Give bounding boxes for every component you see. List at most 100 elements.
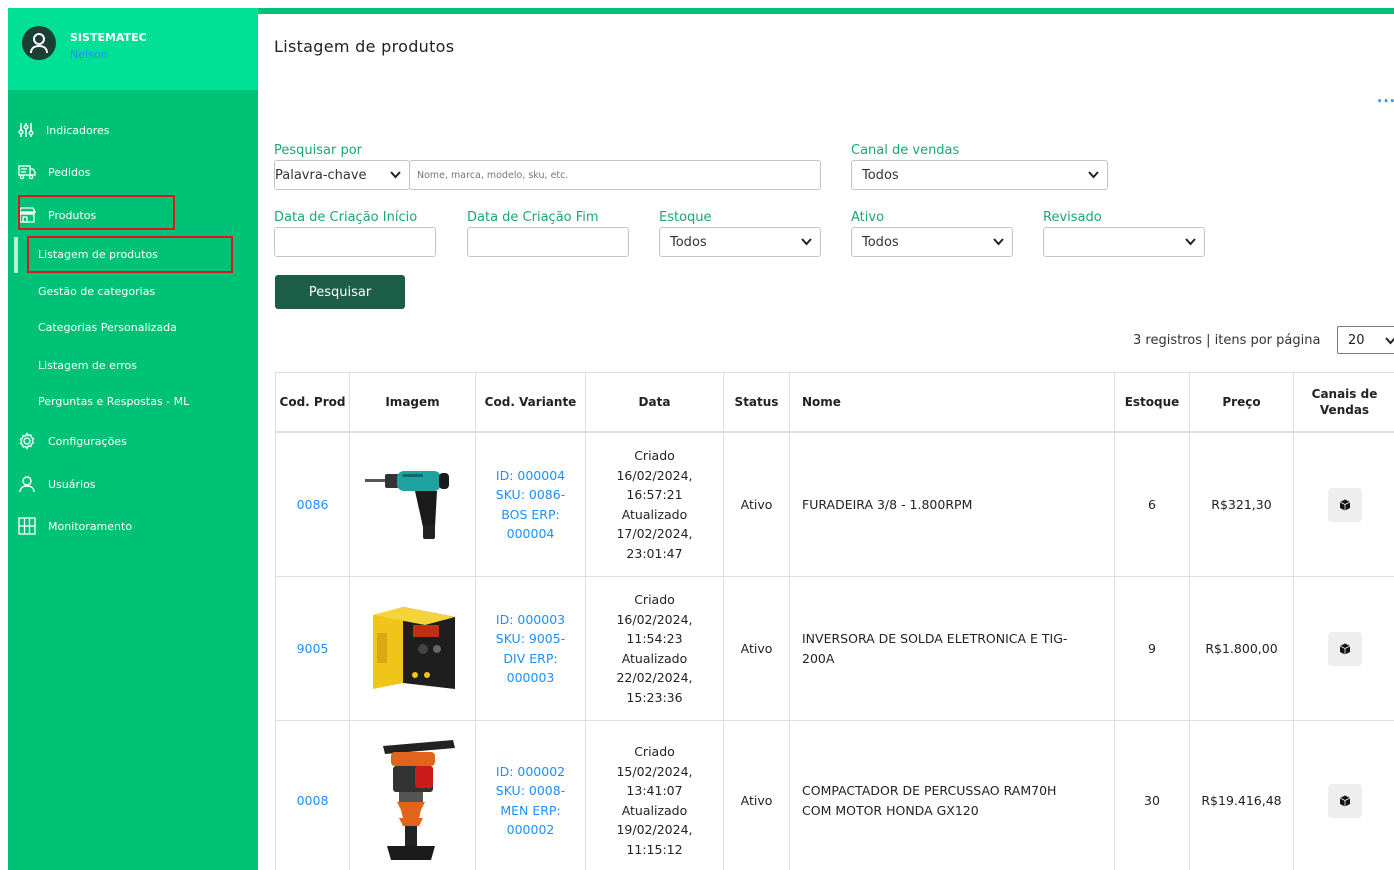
user-name[interactable]: Nelson	[70, 48, 108, 61]
chevron-down-icon	[993, 238, 1004, 246]
sidebar-subitem-categorias-personalizada[interactable]: Categorias Personalizada	[38, 321, 177, 334]
box-icon	[1339, 795, 1350, 806]
more-options-icon[interactable]: ...	[1377, 90, 1394, 106]
cell-status: Ativo	[724, 721, 790, 870]
products-table: Cod. Prod Imagem Cod. Variante Data Stat…	[275, 372, 1394, 870]
box-icon	[1339, 643, 1350, 654]
active-label: Ativo	[851, 210, 885, 225]
sidebar-item-pedidos[interactable]: Pedidos	[18, 160, 91, 184]
cell-cod-variante[interactable]: ID: 000002 SKU: 0008-MEN ERP: 000002	[476, 721, 586, 870]
monitor-grid-icon	[18, 517, 36, 535]
header-nome: Nome	[790, 373, 1115, 431]
sidebar-item-indicadores[interactable]: Indicadores	[18, 118, 110, 142]
sidebar-subitem-listagem-erros[interactable]: Listagem de erros	[38, 359, 137, 372]
search-input[interactable]: Nome, marca, modelo, sku, etc.	[409, 160, 821, 190]
stock-select[interactable]: Todos	[659, 227, 821, 257]
active-select[interactable]: Todos	[851, 227, 1013, 257]
date-start-label: Data de Criação Início	[274, 210, 418, 225]
date-end-input[interactable]	[467, 227, 629, 257]
chevron-down-icon	[1185, 238, 1196, 246]
sliders-icon	[18, 123, 34, 137]
search-by-label: Pesquisar por	[274, 143, 363, 158]
sidebar-item-label: Configurações	[48, 434, 127, 448]
search-placeholder: Nome, marca, modelo, sku, etc.	[417, 169, 569, 181]
cell-data: Criado 15/02/2024, 13:41:07 Atualizado 1…	[586, 721, 724, 870]
highlight-box-produtos	[18, 195, 175, 230]
stock-label: Estoque	[659, 210, 712, 225]
per-page-value: 20	[1348, 332, 1365, 348]
table-row[interactable]: 0008 ID: 000002 SKU: 0008-MEN ERP: 00000…	[276, 721, 1394, 870]
sidebar-item-label: Pedidos	[48, 165, 91, 179]
header-imagem: Imagem	[350, 373, 476, 431]
box-icon	[1339, 499, 1350, 510]
sidebar-item-label: Monitoramento	[48, 519, 133, 533]
cell-data: Criado 16/02/2024, 11:54:23 Atualizado 2…	[586, 577, 724, 720]
product-image-rammer	[382, 739, 455, 860]
product-image-welder	[372, 606, 455, 689]
sales-channels-button[interactable]	[1327, 487, 1362, 522]
table-row[interactable]: 0086 ID: 000004 SKU: 0086-BOS ERP: 00000…	[276, 433, 1394, 577]
cell-nome: FURADEIRA 3/8 - 1.800RPM	[790, 433, 1115, 576]
header-estoque: Estoque	[1115, 373, 1190, 431]
cell-cod-prod[interactable]: 9005	[276, 577, 350, 720]
user-icon	[30, 33, 48, 54]
header-status: Status	[724, 373, 790, 431]
cell-image	[350, 433, 476, 576]
records-count: 3 registros | itens por página	[1133, 333, 1321, 348]
cell-canais	[1294, 433, 1394, 576]
header-canais: Canais de Vendas	[1311, 387, 1378, 417]
cell-estoque: 30	[1115, 721, 1190, 870]
sidebar-item-monitoramento[interactable]: Monitoramento	[18, 514, 132, 538]
date-end-label: Data de Criação Fim	[467, 210, 599, 225]
sales-channels-button[interactable]	[1327, 783, 1362, 818]
sidebar-item-label: Usuários	[48, 477, 96, 491]
table-header: Cod. Prod Imagem Cod. Variante Data Stat…	[276, 373, 1394, 433]
search-by-value: Palavra-chave	[275, 167, 367, 183]
cell-estoque: 6	[1115, 433, 1190, 576]
page-title: Listagem de produtos	[274, 37, 455, 56]
cell-nome: INVERSORA DE SOLDA ELETRONICA E TIG-200A	[790, 577, 1115, 720]
sidebar: SISTEMATEC Nelson Indicadores Pedidos Pr…	[8, 8, 258, 870]
revised-label: Revisado	[1043, 210, 1102, 225]
chevron-down-icon	[1088, 171, 1099, 179]
cell-cod-prod[interactable]: 0086	[276, 433, 350, 576]
chevron-down-icon	[390, 171, 401, 179]
date-start-input[interactable]	[274, 227, 436, 257]
cell-data: Criado 16/02/2024, 16:57:21 Atualizado 1…	[586, 433, 724, 576]
cell-status: Ativo	[724, 433, 790, 576]
cell-cod-variante[interactable]: ID: 000004 SKU: 0086-BOS ERP: 000004	[476, 433, 586, 576]
per-page-select[interactable]: 20	[1337, 326, 1394, 354]
chevron-down-icon	[1385, 337, 1394, 345]
channel-select[interactable]: Todos	[851, 160, 1108, 190]
user-icon	[19, 476, 35, 493]
sidebar-item-configuracoes[interactable]: Configurações	[18, 429, 127, 453]
sidebar-subitem-gestao-categorias[interactable]: Gestão de categorias	[38, 285, 155, 298]
user-panel: SISTEMATEC Nelson	[8, 8, 258, 90]
company-name: SISTEMATEC	[70, 31, 147, 44]
sidebar-item-usuarios[interactable]: Usuários	[18, 472, 96, 496]
cell-nome: COMPACTADOR DE PERCUSSAO RAM70H COM MOTO…	[790, 721, 1115, 870]
sidebar-subitem-listagem-produtos[interactable]: Listagem de produtos	[38, 248, 158, 261]
cell-cod-prod[interactable]: 0008	[276, 721, 350, 870]
sales-channels-button[interactable]	[1327, 631, 1362, 666]
gear-icon	[19, 432, 35, 450]
header-preco: Preço	[1190, 373, 1294, 431]
sidebar-subitem-perguntas-respostas[interactable]: Perguntas e Respostas - ML	[38, 395, 189, 408]
stock-value: Todos	[670, 234, 707, 250]
sidebar-item-label: Indicadores	[46, 123, 110, 137]
cell-image	[350, 577, 476, 720]
channel-label: Canal de vendas	[851, 143, 960, 158]
delivery-icon	[18, 165, 36, 180]
cell-cod-variante[interactable]: ID: 000003 SKU: 9005-DIV ERP: 000003	[476, 577, 586, 720]
cell-canais	[1294, 577, 1394, 720]
cell-image	[350, 721, 476, 870]
active-value: Todos	[862, 234, 899, 250]
search-button[interactable]: Pesquisar	[275, 275, 405, 309]
table-row[interactable]: 9005 ID: 000003 SKU: 9005-DIV ERP: 00000…	[276, 577, 1394, 721]
channel-value: Todos	[862, 167, 899, 183]
revised-select[interactable]	[1043, 227, 1205, 257]
search-by-select[interactable]: Palavra-chave	[274, 160, 410, 190]
top-accent-bar	[258, 8, 1394, 14]
header-data: Data	[586, 373, 724, 431]
avatar[interactable]	[22, 26, 56, 60]
